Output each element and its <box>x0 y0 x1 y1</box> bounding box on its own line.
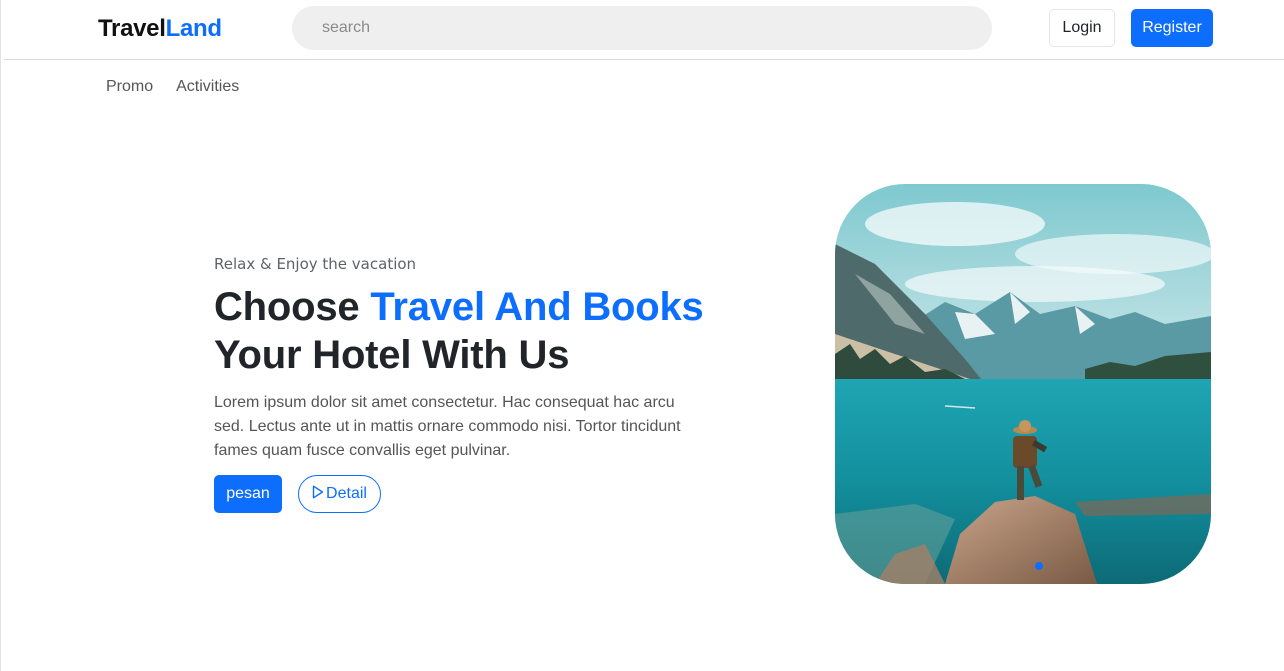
brand-part-travel: Travel <box>98 15 166 42</box>
window-edge <box>0 0 4 671</box>
hero-image-carousel[interactable] <box>835 184 1211 584</box>
brand-logo[interactable]: TravelLand <box>98 15 222 43</box>
nav-item-promo[interactable]: Promo <box>106 78 153 96</box>
hero-section: Relax & Enjoy the vacation Choose Travel… <box>214 255 714 463</box>
top-navbar: TravelLand Login Register <box>4 0 1284 60</box>
play-icon <box>312 485 324 504</box>
brand-part-land: Land <box>165 15 222 42</box>
nav-item-activities[interactable]: Activities <box>176 78 239 96</box>
hero-headline: Choose Travel And Books Your Hotel With … <box>214 283 714 379</box>
sub-navigation: Promo Activities <box>106 78 262 96</box>
detail-button[interactable]: Detail <box>298 475 381 513</box>
headline-accent: Travel And Books <box>370 285 704 329</box>
hero-description: Lorem ipsum dolor sit amet consectetur. … <box>214 394 681 459</box>
search-input[interactable] <box>292 6 992 50</box>
detail-button-label: Detail <box>326 485 367 502</box>
mountain-lake-hiker-photo <box>835 184 1211 584</box>
login-button[interactable]: Login <box>1049 9 1115 47</box>
headline-part-2: Your Hotel With Us <box>214 333 570 377</box>
hero-tagline: Relax & Enjoy the vacation <box>214 255 417 273</box>
carousel-indicator[interactable] <box>1035 562 1043 570</box>
register-button[interactable]: Register <box>1131 9 1213 47</box>
pesan-button[interactable]: pesan <box>214 475 282 513</box>
headline-part-1: Choose <box>214 285 371 329</box>
